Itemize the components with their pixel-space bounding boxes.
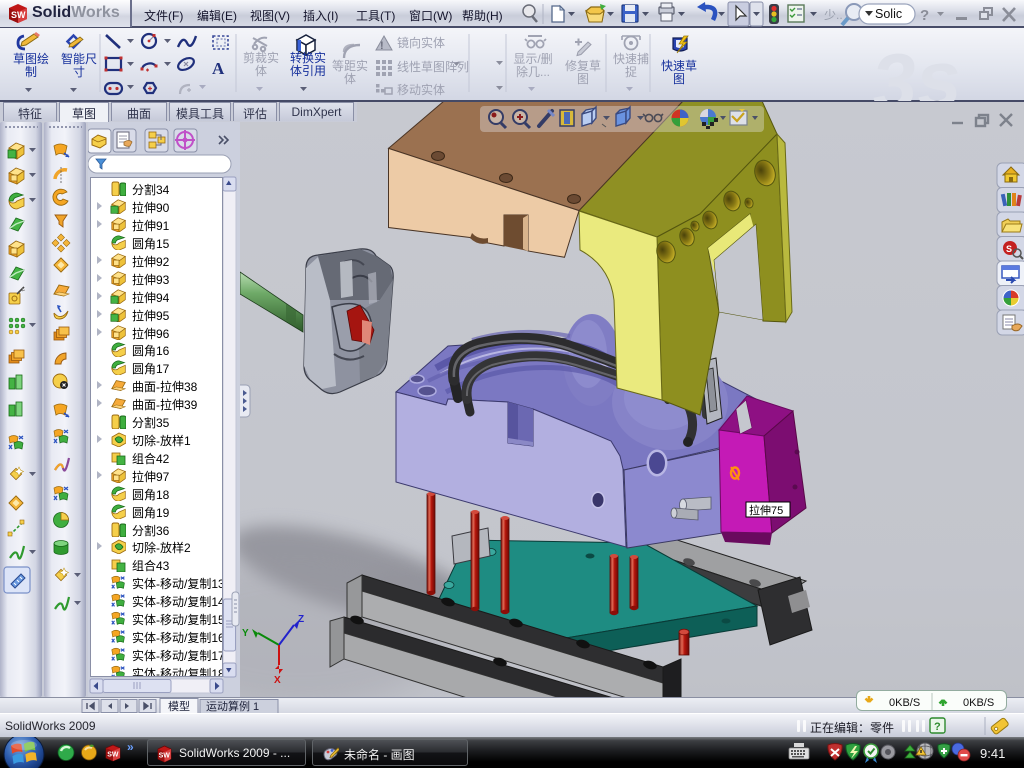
svg-text:0KB/S: 0KB/S — [889, 697, 920, 709]
svg-text:?: ? — [934, 721, 941, 733]
svg-text:3s: 3s — [869, 33, 964, 101]
svg-text:SW: SW — [159, 753, 171, 760]
svg-text:Z: Z — [298, 614, 304, 625]
svg-text:少..: 少.. — [824, 8, 843, 22]
svg-text:拉伸75: 拉伸75 — [749, 503, 783, 517]
svg-text:S: S — [1006, 244, 1012, 254]
svg-text:SW: SW — [11, 10, 26, 20]
svg-text:SW: SW — [107, 752, 119, 759]
svg-text:9:41: 9:41 — [980, 746, 1005, 761]
svg-text:运动算例 1: 运动算例 1 — [206, 699, 259, 713]
svg-text:Solic: Solic — [875, 7, 902, 21]
svg-text:?: ? — [920, 7, 929, 24]
svg-text:0KB/S: 0KB/S — [963, 697, 994, 709]
svg-text:X: X — [274, 675, 281, 686]
svg-text:»: » — [127, 740, 134, 754]
svg-text:Y: Y — [242, 628, 249, 639]
svg-text:A: A — [212, 59, 225, 78]
svg-text:!: ! — [380, 40, 384, 52]
svg-text:模型: 模型 — [168, 699, 190, 713]
